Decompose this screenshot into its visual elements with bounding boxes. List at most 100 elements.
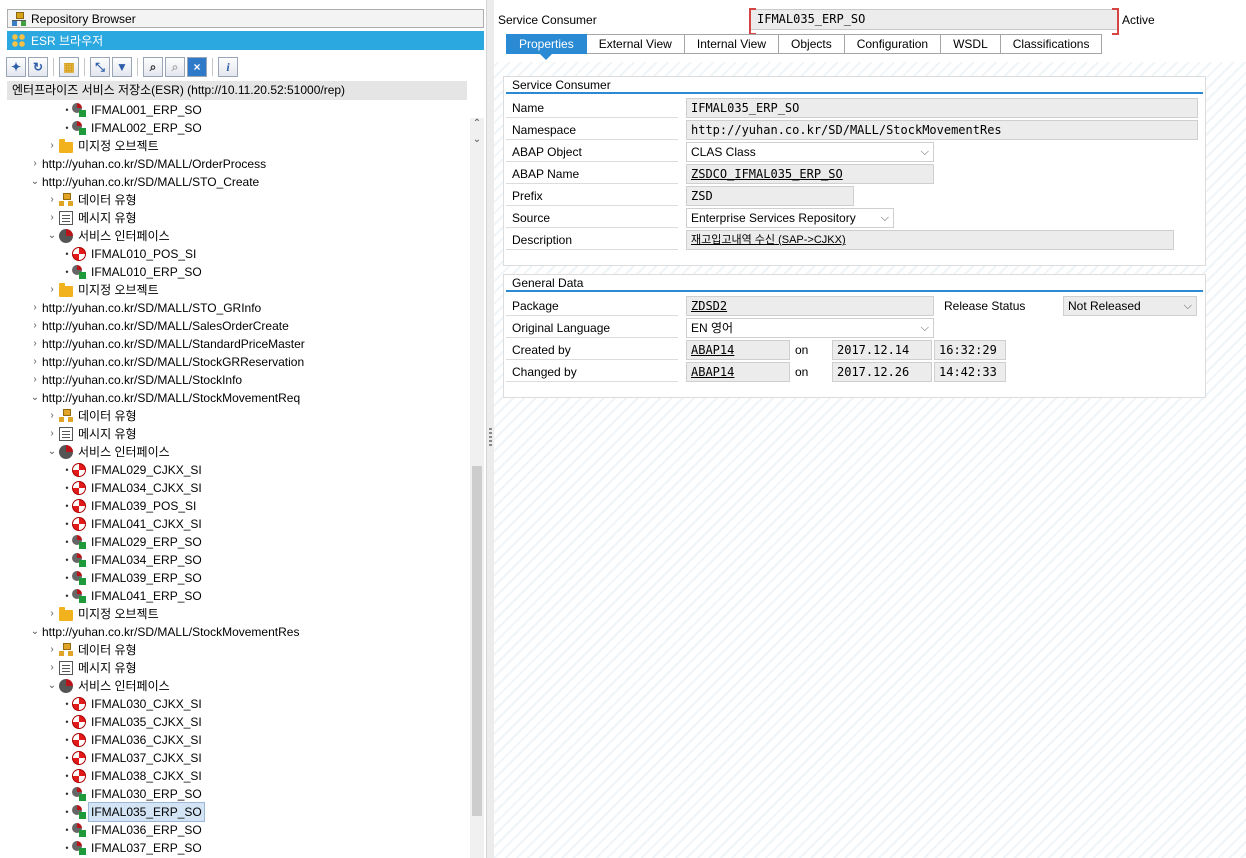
expand-chevron-icon[interactable]: › — [30, 299, 40, 317]
changed-by-link[interactable]: ABAP14 — [686, 362, 790, 382]
info-icon[interactable]: i — [218, 57, 238, 77]
expand-chevron-icon[interactable]: › — [30, 353, 40, 371]
tab-configuration[interactable]: Configuration — [844, 34, 942, 54]
service-interface-node[interactable]: • IFMAL041_CJKX_SI — [62, 515, 202, 533]
service-interface-node[interactable]: • IFMAL035_ERP_SO — [62, 802, 205, 822]
collapse-chevron-icon[interactable]: ⌄ — [30, 389, 40, 407]
tree-folder-node[interactable]: ⌄ 서비스 인터페이스 — [47, 677, 170, 695]
collapse-chevron-icon[interactable]: ⌄ — [47, 443, 57, 461]
collapse-chevron-icon[interactable]: ⌄ — [30, 173, 40, 191]
abap-object-dropdown[interactable]: CLAS Class ⌵ — [686, 142, 934, 162]
expand-chevron-icon[interactable]: › — [47, 641, 57, 659]
scroll-up-icon[interactable]: ⌃ — [470, 118, 484, 132]
abap-name-link[interactable]: ZSDCO_IFMAL035_ERP_SO — [686, 164, 934, 184]
tree-folder-node[interactable]: › 데이터 유형 — [47, 191, 137, 209]
expand-chevron-icon[interactable]: › — [47, 407, 57, 425]
expand-chevron-icon[interactable]: › — [30, 155, 40, 173]
prefix-field[interactable]: ZSD — [686, 186, 854, 206]
expand-chevron-icon[interactable]: › — [47, 137, 57, 155]
service-interface-node[interactable]: • IFMAL030_CJKX_SI — [62, 695, 202, 713]
service-interface-node[interactable]: • IFMAL039_ERP_SO — [62, 569, 202, 587]
expand-chevron-icon[interactable]: › — [47, 281, 57, 299]
namespace-node[interactable]: › http://yuhan.co.kr/SD/MALL/STO_GRInfo — [30, 299, 261, 317]
source-dropdown[interactable]: Enterprise Services Repository ⌵ — [686, 208, 894, 228]
find-next-icon[interactable]: ⌕ — [165, 57, 185, 77]
namespace-node[interactable]: › http://yuhan.co.kr/SD/MALL/StockGRReser… — [30, 353, 304, 371]
tree-folder-node[interactable]: › 메시지 유형 — [47, 425, 137, 443]
service-interface-node[interactable]: • IFMAL010_ERP_SO — [62, 263, 202, 281]
original-language-dropdown[interactable]: EN 영어 ⌵ — [686, 318, 934, 338]
object-types-icon[interactable]: ▦ — [59, 57, 79, 77]
namespace-node[interactable]: › http://yuhan.co.kr/SD/MALL/OrderProcess — [30, 155, 266, 173]
repository-browser-button[interactable]: Repository Browser — [7, 9, 484, 28]
scroll-thumb[interactable] — [472, 466, 482, 816]
tree-folder-node[interactable]: › 미지정 오브젝트 — [47, 605, 159, 623]
collapse-chevron-icon[interactable]: ⌄ — [47, 227, 57, 245]
service-interface-node[interactable]: • IFMAL038_CJKX_SI — [62, 767, 202, 785]
package-link[interactable]: ZDSD2 — [686, 296, 934, 316]
tree-folder-node[interactable]: › 데이터 유형 — [47, 641, 137, 659]
tree-folder-node[interactable]: ⌄ 서비스 인터페이스 — [47, 443, 170, 461]
tab-wsdl[interactable]: WSDL — [941, 34, 1001, 54]
description-field[interactable]: 재고입고내역 수신 (SAP->CJKX) — [686, 230, 1174, 250]
esr-browser-button[interactable]: ESR 브라우저 — [7, 31, 484, 50]
tree-folder-node[interactable]: › 메시지 유형 — [47, 659, 137, 677]
tree-folder-node[interactable]: › 미지정 오브젝트 — [47, 137, 159, 155]
tab-objects[interactable]: Objects — [779, 34, 845, 54]
service-interface-node[interactable]: • IFMAL039_POS_SI — [62, 497, 196, 515]
filter-icon[interactable]: ▼ — [112, 57, 132, 77]
refresh-icon[interactable]: ↻ — [28, 57, 48, 77]
namespace-node[interactable]: ⌄ http://yuhan.co.kr/SD/MALL/STO_Create — [30, 173, 259, 191]
namespace-node[interactable]: ⌄ http://yuhan.co.kr/SD/MALL/StockMovemen… — [30, 623, 300, 641]
tree-folder-node[interactable]: › 메시지 유형 — [47, 209, 137, 227]
find-icon[interactable]: ⌕ — [143, 57, 163, 77]
tree-folder-node[interactable]: › 미지정 오브젝트 — [47, 281, 159, 299]
service-interface-node[interactable]: • IFMAL010_POS_SI — [62, 245, 196, 263]
service-interface-node[interactable]: • IFMAL029_ERP_SO — [62, 533, 202, 551]
service-interface-node[interactable]: • IFMAL030_ERP_SO — [62, 785, 202, 803]
tab-internal-view[interactable]: Internal View — [684, 34, 780, 54]
object-name-field[interactable]: IFMAL035_ERP_SO — [749, 8, 1119, 35]
namespace-node[interactable]: › http://yuhan.co.kr/SD/MALL/StockInfo — [30, 371, 242, 389]
service-interface-node[interactable]: • IFMAL036_ERP_SO — [62, 821, 202, 839]
scroll-down-icon[interactable]: ⌄ — [470, 134, 484, 148]
tab-external-view[interactable]: External View — [586, 34, 685, 54]
service-interface-node[interactable]: • IFMAL035_CJKX_SI — [62, 713, 202, 731]
tree-folder-node[interactable]: ⌄ 서비스 인터페이스 — [47, 227, 170, 245]
expand-chevron-icon[interactable]: › — [30, 371, 40, 389]
expand-chevron-icon[interactable]: › — [47, 605, 57, 623]
service-interface-node[interactable]: • IFMAL036_CJKX_SI — [62, 731, 202, 749]
expand-chevron-icon[interactable]: › — [47, 425, 57, 443]
service-interface-node[interactable]: • IFMAL001_ERP_SO — [62, 101, 202, 119]
tree-folder-node[interactable]: › 데이터 유형 — [47, 407, 137, 425]
service-interface-node[interactable]: • IFMAL034_CJKX_SI — [62, 479, 202, 497]
expand-icon[interactable]: ⤡ — [90, 57, 110, 77]
magic-wand-icon[interactable]: ✦ — [6, 57, 26, 77]
tab-classifications[interactable]: Classifications — [1000, 34, 1103, 54]
expand-chevron-icon[interactable]: › — [30, 335, 40, 353]
namespace-node[interactable]: › http://yuhan.co.kr/SD/MALL/SalesOrderCr… — [30, 317, 288, 335]
namespace-node[interactable]: ⌄ http://yuhan.co.kr/SD/MALL/StockMovemen… — [30, 389, 300, 407]
expand-chevron-icon[interactable]: › — [30, 317, 40, 335]
release-status-dropdown[interactable]: Not Released ⌵ — [1063, 296, 1197, 316]
pane-splitter[interactable] — [486, 0, 494, 858]
service-interface-node[interactable]: • IFMAL041_ERP_SO — [62, 587, 202, 605]
bullet-icon: • — [65, 483, 69, 493]
service-interface-node[interactable]: • IFMAL002_ERP_SO — [62, 119, 202, 137]
service-interface-node[interactable]: • IFMAL037_CJKX_SI — [62, 749, 202, 767]
expand-chevron-icon[interactable]: › — [47, 209, 57, 227]
namespace-field[interactable]: http://yuhan.co.kr/SD/MALL/StockMovement… — [686, 120, 1198, 140]
collapse-chevron-icon[interactable]: ⌄ — [30, 623, 40, 641]
close-icon[interactable]: × — [187, 57, 207, 77]
tree-scrollbar[interactable]: ⌃ ⌄ — [470, 118, 484, 858]
namespace-node[interactable]: › http://yuhan.co.kr/SD/MALL/StandardPric… — [30, 335, 304, 353]
service-interface-node[interactable]: • IFMAL037_ERP_SO — [62, 839, 202, 857]
name-field[interactable]: IFMAL035_ERP_SO — [686, 98, 1198, 118]
created-by-link[interactable]: ABAP14 — [686, 340, 790, 360]
tab-properties[interactable]: Properties — [506, 34, 587, 60]
expand-chevron-icon[interactable]: › — [47, 191, 57, 209]
service-interface-node[interactable]: • IFMAL034_ERP_SO — [62, 551, 202, 569]
service-interface-node[interactable]: • IFMAL029_CJKX_SI — [62, 461, 202, 479]
collapse-chevron-icon[interactable]: ⌄ — [47, 677, 57, 695]
expand-chevron-icon[interactable]: › — [47, 659, 57, 677]
